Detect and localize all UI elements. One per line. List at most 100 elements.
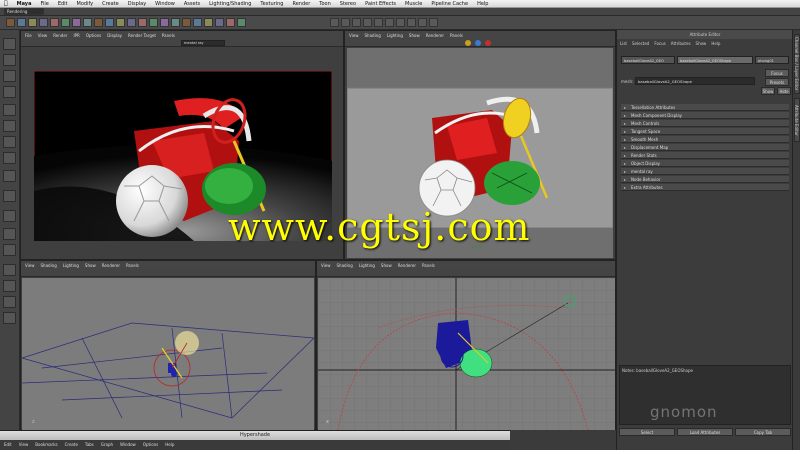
persp-menu-panels[interactable]: Panels [450, 33, 463, 38]
tool-button[interactable] [3, 120, 16, 132]
persp-menu-show[interactable]: Show [409, 33, 420, 38]
mac-menu-maya[interactable]: Maya [17, 1, 32, 7]
shelf-button[interactable] [407, 18, 416, 27]
ae-bottom-load-attributes[interactable]: Load Attributes [677, 428, 733, 436]
hypershade-menu-help[interactable]: Help [165, 442, 174, 447]
shelf-button[interactable] [138, 18, 147, 27]
bl-menu-view[interactable]: View [25, 263, 35, 268]
mac-menu-paint-effects[interactable]: Paint Effects [365, 1, 396, 7]
shelf-button[interactable] [94, 18, 103, 27]
shelf-button[interactable] [160, 18, 169, 27]
tool-button[interactable] [3, 38, 16, 50]
ae-section-smooth-mesh[interactable]: Smooth Mesh [621, 136, 789, 143]
mac-menu-display[interactable]: Display [128, 1, 146, 7]
ae-button-presets[interactable]: Presets [765, 78, 789, 86]
hypershade-menu-options[interactable]: Options [143, 442, 158, 447]
ae-section-displacement-map[interactable]: Displacement Map [621, 144, 789, 151]
shelf-button[interactable] [330, 18, 339, 27]
shelf-button[interactable] [116, 18, 125, 27]
shading-icon[interactable] [465, 40, 471, 46]
ae-tab-baseballglovea2-geo[interactable]: baseballGloveA2_GEO [621, 56, 675, 64]
tool-button[interactable] [3, 190, 16, 202]
persp-menu-view[interactable]: View [349, 33, 359, 38]
bl-menu-lighting[interactable]: Lighting [63, 263, 79, 268]
tool-button[interactable] [3, 312, 16, 324]
render-view-menu-panels[interactable]: Panels [162, 33, 175, 38]
shelf-button[interactable] [385, 18, 394, 27]
hypershade-menu-window[interactable]: Window [120, 442, 136, 447]
ae-bottom-copy-tab[interactable]: Copy Tab [735, 428, 791, 436]
mac-menu-stereo[interactable]: Stereo [340, 1, 356, 7]
ae-bottom-select[interactable]: Select [619, 428, 675, 436]
persp-menu-renderer[interactable]: Renderer [426, 33, 444, 38]
tool-button[interactable] [3, 264, 16, 276]
tool-button[interactable] [3, 136, 16, 148]
ae-button-focus[interactable]: Focus [765, 69, 789, 77]
hypershade-menu-bookmarks[interactable]: Bookmarks [35, 442, 57, 447]
hypershade-menu-create[interactable]: Create [65, 442, 78, 447]
lighting-icon[interactable] [475, 40, 481, 46]
mac-menu-assets[interactable]: Assets [184, 1, 200, 7]
tool-button[interactable] [3, 296, 16, 308]
bl-menu-shading[interactable]: Shading [41, 263, 57, 268]
ae-section-tessellation-attributes[interactable]: Tessellation Attributes [621, 104, 789, 111]
shelf-button[interactable] [418, 18, 427, 27]
br-menu-view[interactable]: View [321, 263, 331, 268]
tool-button[interactable] [3, 104, 16, 116]
ae-section-mesh-component-display[interactable]: Mesh Component Display [621, 112, 789, 119]
ae-tab-baseballglovea2-geoshape[interactable]: baseballGloveA2_GEOShape [677, 56, 753, 64]
br-menu-shading[interactable]: Shading [337, 263, 353, 268]
shelf-button[interactable] [215, 18, 224, 27]
shelf-button[interactable] [363, 18, 372, 27]
tool-button[interactable] [3, 228, 16, 240]
mesh-field[interactable]: baseballGloveA2_GEOShape [635, 77, 755, 85]
render-view-menu-render-target[interactable]: Render Target [128, 33, 156, 38]
ae-section-node-behavior[interactable]: Node Behavior [621, 176, 789, 183]
render-view-menu-options[interactable]: Options [86, 33, 101, 38]
render-view-menu-render[interactable]: Render [53, 33, 67, 38]
ae-section-object-display[interactable]: Object Display [621, 160, 789, 167]
shelf-button[interactable] [105, 18, 114, 27]
shelf-button[interactable] [204, 18, 213, 27]
bl-menu-show[interactable]: Show [85, 263, 96, 268]
ae-menu-selected[interactable]: Selected [632, 41, 649, 46]
ae-tab-phong01[interactable]: phong01 [755, 56, 789, 64]
mac-menu-pipeline-cache[interactable]: Pipeline Cache [431, 1, 468, 7]
br-menu-renderer[interactable]: Renderer [398, 263, 416, 268]
shelf-button[interactable] [83, 18, 92, 27]
shelf-button[interactable] [39, 18, 48, 27]
shelf-button[interactable] [61, 18, 70, 27]
shelf-button[interactable] [182, 18, 191, 27]
side-tab-channel-box[interactable]: Channel Box / Layer Editor [794, 34, 800, 94]
apple-icon[interactable]:  [4, 0, 8, 7]
render-view-menu-display[interactable]: Display [107, 33, 122, 38]
ae-section-tangent-space[interactable]: Tangent Space [621, 128, 789, 135]
hypershade-menu-graph[interactable]: Graph [101, 442, 113, 447]
hypershade-menu-view[interactable]: View [19, 442, 29, 447]
mac-menu-toon[interactable]: Toon [319, 1, 331, 7]
layer-dropdown[interactable]: mental ray [181, 40, 225, 46]
camera-icon[interactable] [485, 40, 491, 46]
ae-menu-help[interactable]: Help [711, 41, 720, 46]
br-menu-lighting[interactable]: Lighting [359, 263, 375, 268]
br-menu-panels[interactable]: Panels [422, 263, 435, 268]
side-tab-attribute-editor[interactable]: Attribute Editor [794, 98, 800, 142]
shelf-button[interactable] [127, 18, 136, 27]
shelf-button[interactable] [374, 18, 383, 27]
ae-section-mental-ray[interactable]: mental ray [621, 168, 789, 175]
shelf-button[interactable] [149, 18, 158, 27]
render-view-menu-view[interactable]: View [38, 33, 48, 38]
mac-menu-help[interactable]: Help [477, 1, 488, 7]
mac-menu-create[interactable]: Create [102, 1, 119, 7]
tool-button[interactable] [3, 210, 16, 222]
ae-section-mesh-controls[interactable]: Mesh Controls [621, 120, 789, 127]
shelf-button[interactable] [17, 18, 26, 27]
ae-menu-attributes[interactable]: Attributes [671, 41, 691, 46]
mac-menu-render[interactable]: Render [292, 1, 310, 7]
tool-button[interactable] [3, 152, 16, 164]
mac-menu-modify[interactable]: Modify [77, 1, 94, 7]
tool-button[interactable] [3, 70, 16, 82]
shelf-button[interactable] [171, 18, 180, 27]
br-menu-show[interactable]: Show [381, 263, 392, 268]
mode-selector[interactable]: Rendering [4, 8, 44, 15]
